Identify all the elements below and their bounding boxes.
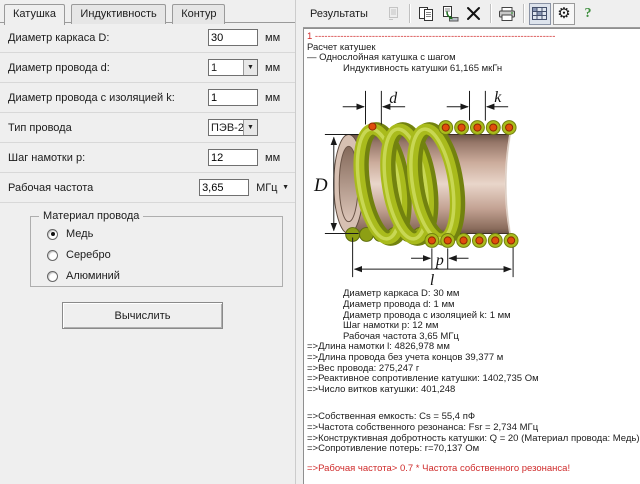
radio-row-aluminium[interactable]: Алюминий (47, 269, 282, 283)
radio-button-silver[interactable] (47, 250, 58, 261)
save-button (382, 3, 404, 25)
radio-label-silver: Серебро (66, 249, 111, 261)
winding-pitch-input[interactable] (208, 149, 258, 166)
dimension-label-k: k (494, 89, 502, 106)
wire-diameter-unit: мм (265, 62, 289, 74)
material-group-title: Материал провода (39, 210, 143, 222)
insulated-diameter-unit: мм (265, 92, 289, 104)
dimension-label-D: D (313, 175, 328, 196)
copy-button[interactable] (415, 3, 437, 25)
toolbar-separator (490, 4, 491, 23)
clear-icon (466, 6, 481, 21)
wire-diameter-combo[interactable]: 1 ▼ (208, 59, 258, 76)
frequency-unit-dropdown-icon[interactable]: ▼ (282, 184, 289, 191)
field-row-wire-type: Тип провода ПЭВ-2 ▼ (0, 113, 295, 143)
wire-diameter-value: 1 (209, 60, 243, 75)
result-line: =>Частота собственного резонанса: Fsr = … (307, 423, 638, 434)
coil-diagram: d k D p (309, 77, 527, 287)
help-icon: ? (584, 6, 591, 22)
copy-icon (418, 6, 434, 22)
parameters-echo-block: Диаметр каркаса D: 30 мм Диаметр провода… (307, 289, 638, 342)
radio-button-copper[interactable] (47, 229, 58, 240)
result-line: =>Длина провода без учета концов 39,377 … (307, 353, 638, 364)
wire-type-combo[interactable]: ПЭВ-2 ▼ (208, 119, 258, 136)
dimension-label-l: l (430, 272, 435, 287)
result-line: Индуктивность катушки 61,165 мкГн (343, 64, 638, 75)
radio-row-copper[interactable]: Медь (47, 227, 282, 241)
save-icon (385, 6, 401, 22)
frame-diameter-unit: мм (265, 32, 289, 44)
wire-diameter-label: Диаметр провода d: (8, 62, 208, 74)
chevron-down-icon[interactable]: ▼ (243, 120, 257, 135)
print-icon (498, 6, 516, 22)
grid-icon (532, 7, 547, 20)
results-block-2: =>Собственная емкость: Cs = 55,4 пФ =>Ча… (307, 412, 638, 454)
param-line: Диаметр провода d: 1 мм (343, 300, 638, 311)
field-row-wire-diameter: Диаметр провода d: 1 ▼ мм (0, 53, 295, 83)
print-button[interactable] (496, 3, 518, 25)
results-output[interactable]: 1 --------------------------------------… (303, 28, 640, 484)
radio-label-copper: Медь (66, 228, 93, 240)
paste-icon (441, 6, 459, 22)
calculate-button[interactable]: Вычислить (62, 302, 223, 329)
winding-pitch-unit: мм (265, 152, 289, 164)
frame-diameter-label: Диаметр каркаса D: (8, 32, 208, 44)
tab-bar: Катушка Индуктивность Контур (0, 0, 295, 23)
results-block-1: =>Длина намотки l: 4826,978 мм =>Длина п… (307, 342, 638, 395)
input-panel: Катушка Индуктивность Контур Диаметр кар… (0, 0, 296, 484)
grid-view-toggle[interactable] (529, 3, 551, 25)
field-row-frequency: Рабочая частота МГц ▼ (0, 173, 295, 203)
clear-button[interactable] (463, 3, 485, 25)
field-row-winding-pitch: Шаг намотки p: мм (0, 143, 295, 173)
results-panel: Результаты (303, 0, 640, 484)
toolbar-separator (409, 4, 410, 23)
tab-coil[interactable]: Катушка (4, 4, 65, 25)
field-row-insulated-diameter: Диаметр провода с изоляцией k: мм (0, 83, 295, 113)
results-toolbar: Результаты (303, 0, 640, 28)
paste-button[interactable] (439, 3, 461, 25)
frequency-label: Рабочая частота (8, 182, 199, 194)
frequency-unit: МГц (256, 182, 280, 194)
tab-inductance[interactable]: Индуктивность (71, 4, 165, 24)
radio-button-aluminium[interactable] (47, 271, 58, 282)
settings-button[interactable]: ⚙ (553, 3, 575, 25)
frame-diameter-input[interactable] (208, 29, 258, 46)
wire-type-label: Тип провода (8, 122, 208, 134)
result-line: =>Число витков катушки: 401,248 (307, 385, 638, 396)
dimension-label-p: p (435, 253, 444, 270)
frequency-input[interactable] (199, 179, 249, 196)
material-groupbox: Материал провода Медь Серебро Алюминий (30, 216, 283, 287)
settings-gear-icon: ⚙ (557, 6, 570, 21)
insulated-diameter-label: Диаметр провода с изоляцией k: (8, 92, 208, 104)
warning-line: =>Рабочая частота> 0.7 * Частота собстве… (307, 464, 638, 475)
field-row-frame-diameter: Диаметр каркаса D: мм (0, 23, 295, 53)
chevron-down-icon[interactable]: ▼ (243, 60, 257, 75)
winding-pitch-label: Шаг намотки p: (8, 152, 208, 164)
results-menu-button[interactable]: Результаты (310, 8, 368, 20)
radio-label-aluminium: Алюминий (66, 270, 120, 282)
result-line: =>Сопротивление потерь: r=70,137 Ом (307, 444, 638, 455)
dimension-label-d: d (389, 90, 397, 107)
wire-type-value: ПЭВ-2 (209, 120, 243, 135)
tab-contour[interactable]: Контур (172, 4, 225, 24)
insulated-diameter-input[interactable] (208, 89, 258, 106)
radio-row-silver[interactable]: Серебро (47, 248, 282, 262)
help-button[interactable]: ? (577, 3, 599, 25)
result-rule-line: 1 --------------------------------------… (307, 32, 638, 43)
toolbar-separator (523, 4, 524, 23)
